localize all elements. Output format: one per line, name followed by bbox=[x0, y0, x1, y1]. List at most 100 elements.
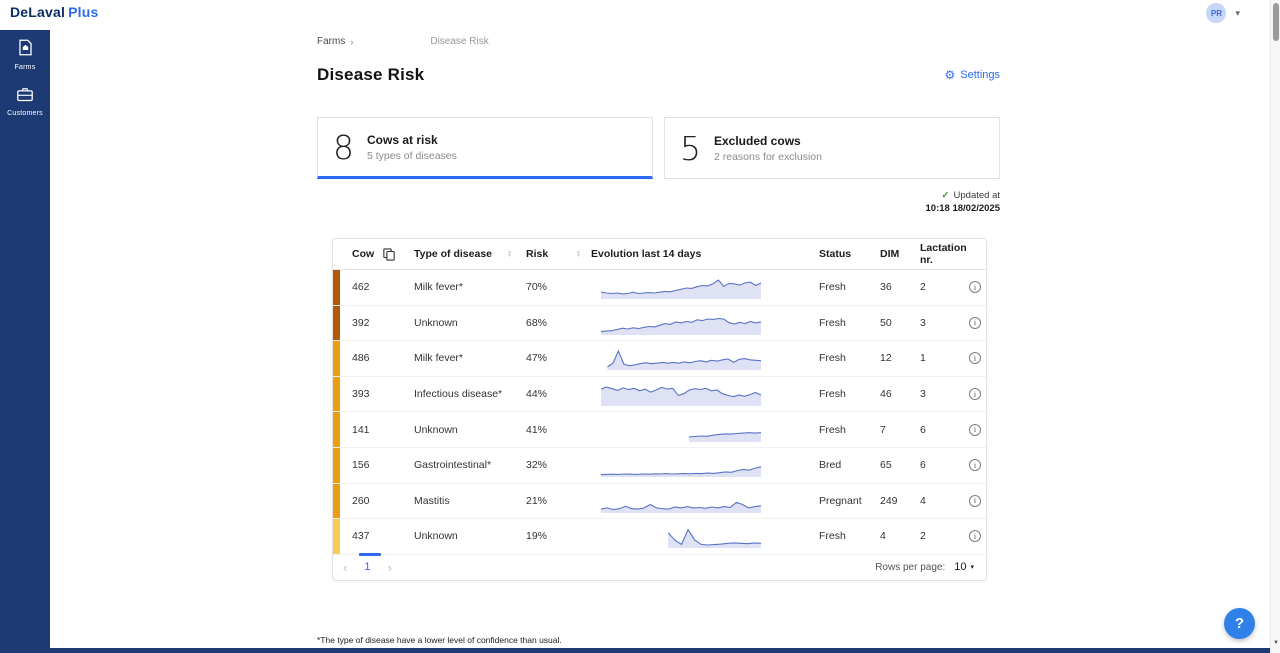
table-row[interactable]: 393 Infectious disease* 44% Fresh 46 3 i bbox=[333, 377, 986, 413]
table-row[interactable]: 462 Milk fever* 70% Fresh 36 2 i bbox=[333, 270, 986, 306]
sort-icon[interactable]: ▲▼ bbox=[507, 250, 512, 258]
sidebar-item-customers[interactable]: Customers bbox=[7, 87, 43, 117]
col-evolution: Evolution last 14 days bbox=[591, 248, 701, 260]
risk-percent: 47% bbox=[526, 352, 591, 364]
risk-percent: 44% bbox=[526, 388, 591, 400]
chevron-down-icon: ▾ bbox=[970, 563, 974, 571]
disease-type: Mastitis bbox=[414, 495, 526, 507]
table-header: Cow Type of disease ▲▼ Risk ▲▼ Evolution… bbox=[333, 239, 986, 270]
evolution-sparkline bbox=[591, 417, 819, 443]
cow-status: Pregnant bbox=[819, 495, 880, 507]
risk-percent: 21% bbox=[526, 495, 591, 507]
info-icon[interactable]: i bbox=[969, 495, 981, 507]
col-risk: Risk bbox=[526, 248, 548, 260]
scroll-down-icon[interactable]: ▼ bbox=[1271, 640, 1280, 646]
info-icon[interactable]: i bbox=[969, 530, 981, 542]
breadcrumb: Farms › Disease Risk bbox=[317, 36, 1000, 47]
sort-icon[interactable]: ▲▼ bbox=[576, 250, 581, 258]
help-button[interactable]: ? bbox=[1224, 608, 1255, 639]
cow-id: 462 bbox=[340, 281, 414, 293]
table-row[interactable]: 437 Unknown 19% Fresh 4 2 i bbox=[333, 519, 986, 555]
cow-id: 260 bbox=[340, 495, 414, 507]
evolution-sparkline bbox=[591, 274, 819, 300]
table-row[interactable]: 392 Unknown 68% Fresh 50 3 i bbox=[333, 306, 986, 342]
info-icon[interactable]: i bbox=[969, 317, 981, 329]
avatar[interactable]: PR bbox=[1206, 3, 1226, 23]
settings-button[interactable]: ⚙ Settings bbox=[944, 69, 1000, 81]
current-page[interactable]: 1 bbox=[364, 561, 370, 573]
col-status: Status bbox=[819, 248, 851, 260]
info-icon[interactable]: i bbox=[969, 388, 981, 400]
table-body: 462 Milk fever* 70% Fresh 36 2 i 392 Unk… bbox=[333, 270, 986, 555]
risk-percent: 32% bbox=[526, 459, 591, 471]
disease-risk-table: Cow Type of disease ▲▼ Risk ▲▼ Evolution… bbox=[332, 238, 987, 581]
card-subtitle: 5 types of diseases bbox=[367, 150, 457, 162]
breadcrumb-separator: › bbox=[350, 37, 353, 47]
cow-status: Fresh bbox=[819, 281, 880, 293]
col-type-of-disease: Type of disease bbox=[414, 248, 492, 260]
gear-icon: ⚙ bbox=[944, 69, 955, 81]
briefcase-icon bbox=[17, 87, 33, 107]
tab-cows-at-risk[interactable]: 8 Cows at risk 5 types of diseases bbox=[317, 117, 653, 179]
table-row[interactable]: 141 Unknown 41% Fresh 7 6 i bbox=[333, 412, 986, 448]
sidebar-item-farms[interactable]: Farms bbox=[15, 39, 36, 71]
evolution-sparkline bbox=[591, 523, 819, 549]
vertical-scrollbar[interactable]: ▼ bbox=[1270, 0, 1280, 653]
evolution-sparkline bbox=[591, 452, 819, 478]
evolution-sparkline bbox=[591, 310, 819, 336]
horizontal-scroll-thumb[interactable] bbox=[359, 553, 381, 556]
lactation-number: 3 bbox=[920, 317, 964, 329]
risk-level-bar bbox=[333, 306, 340, 341]
table-row[interactable]: 260 Mastitis 21% Pregnant 249 4 i bbox=[333, 484, 986, 520]
dim-value: 36 bbox=[880, 281, 920, 293]
rows-per-page-select[interactable]: 10 ▾ bbox=[954, 561, 974, 573]
info-icon[interactable]: i bbox=[969, 352, 981, 364]
risk-percent: 68% bbox=[526, 317, 591, 329]
dim-value: 249 bbox=[880, 495, 920, 507]
next-page-icon[interactable]: › bbox=[387, 561, 391, 574]
prev-page-icon[interactable]: ‹ bbox=[343, 561, 347, 574]
cow-id: 393 bbox=[340, 388, 414, 400]
breadcrumb-farms[interactable]: Farms bbox=[317, 36, 345, 47]
info-icon[interactable]: i bbox=[969, 459, 981, 471]
cow-status: Fresh bbox=[819, 352, 880, 364]
rows-per-page-label: Rows per page: bbox=[875, 562, 945, 573]
disease-type: Milk fever* bbox=[414, 281, 526, 293]
table-row[interactable]: 486 Milk fever* 47% Fresh 12 1 i bbox=[333, 341, 986, 377]
cow-id: 486 bbox=[340, 352, 414, 364]
card-title: Cows at risk bbox=[367, 133, 457, 147]
dim-value: 4 bbox=[880, 530, 920, 542]
settings-label: Settings bbox=[960, 69, 1000, 81]
dim-value: 12 bbox=[880, 352, 920, 364]
logo-text-accent: Plus bbox=[68, 4, 98, 20]
col-lactation: Lactation nr. bbox=[920, 242, 967, 266]
table-row[interactable]: 156 Gastrointestinal* 32% Bred 65 6 i bbox=[333, 448, 986, 484]
risk-level-bar bbox=[333, 270, 340, 305]
scrollbar-thumb[interactable] bbox=[1273, 3, 1279, 41]
bottom-bar bbox=[0, 648, 1270, 653]
lactation-number: 3 bbox=[920, 388, 964, 400]
risk-level-bar bbox=[333, 377, 340, 412]
dim-value: 7 bbox=[880, 424, 920, 436]
sidebar-item-label: Farms bbox=[15, 64, 36, 71]
updated-at: ✓Updated at 10:18 18/02/2025 bbox=[317, 190, 1000, 214]
main-content: Farms › Disease Risk Disease Risk ⚙ Sett… bbox=[317, 30, 1000, 581]
card-title: Excluded cows bbox=[714, 134, 822, 148]
chevron-down-icon[interactable]: ▾ bbox=[1235, 8, 1240, 19]
updated-label: Updated at bbox=[954, 190, 1000, 201]
card-subtitle: 2 reasons for exclusion bbox=[714, 151, 822, 163]
tab-excluded-cows[interactable]: 5 Excluded cows 2 reasons for exclusion bbox=[664, 117, 1000, 179]
breadcrumb-current: Disease Risk bbox=[430, 36, 488, 47]
copy-icon[interactable] bbox=[383, 248, 395, 261]
pagination: ‹ 1 › bbox=[343, 561, 392, 574]
app-logo: DeLavalPlus bbox=[10, 4, 98, 20]
logo-text-primary: DeLaval bbox=[10, 4, 65, 20]
excluded-cows-count: 5 bbox=[680, 129, 701, 168]
info-icon[interactable]: i bbox=[969, 281, 981, 293]
cow-id: 156 bbox=[340, 459, 414, 471]
sidebar-item-label: Customers bbox=[7, 110, 43, 117]
table-footer: ‹ 1 › Rows per page: 10 ▾ bbox=[333, 555, 986, 580]
info-icon[interactable]: i bbox=[969, 424, 981, 436]
disease-type: Unknown bbox=[414, 530, 526, 542]
col-cow: Cow bbox=[352, 248, 374, 260]
